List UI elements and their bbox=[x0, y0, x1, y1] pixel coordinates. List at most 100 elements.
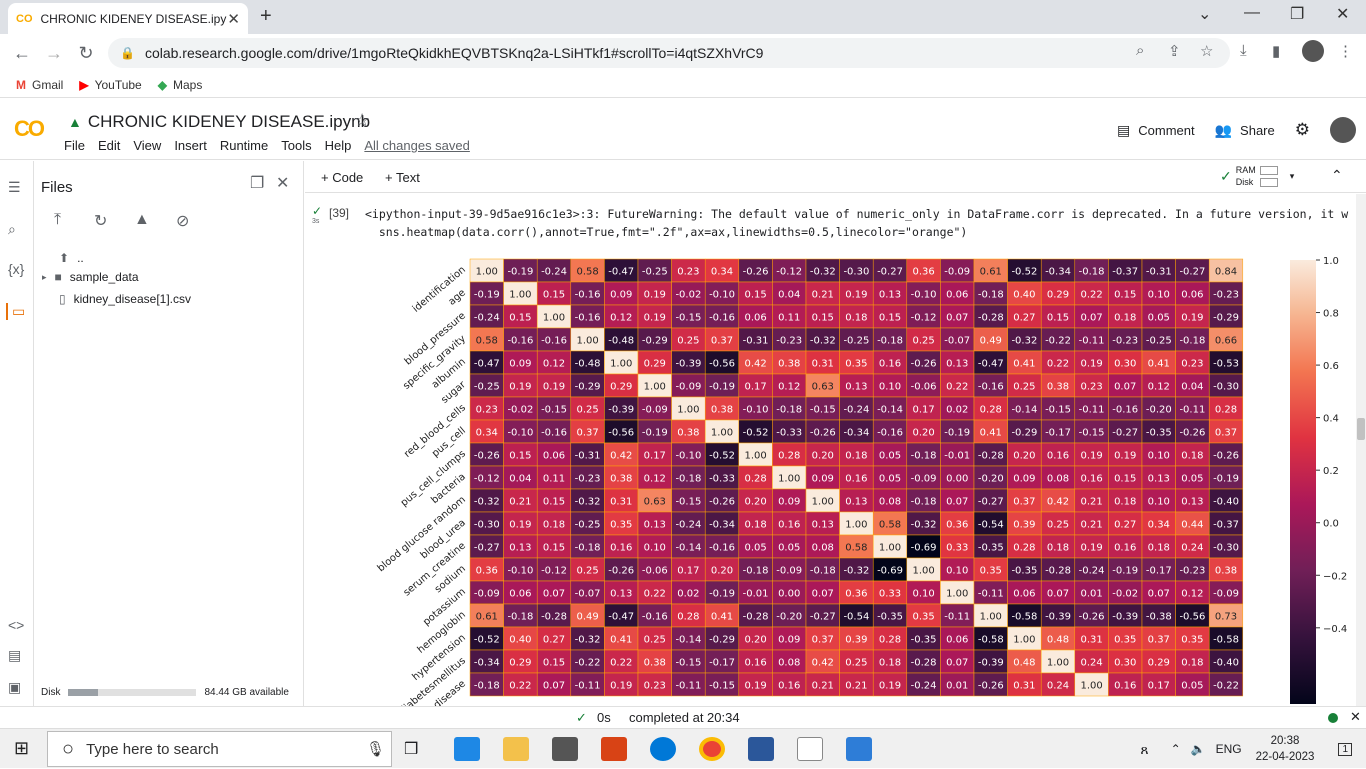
menu-view[interactable]: View bbox=[133, 138, 161, 153]
forward-icon[interactable]: → bbox=[38, 43, 70, 64]
terminal-icon[interactable]: ▣ bbox=[8, 679, 21, 696]
heatmap-value: 0.19 bbox=[1080, 543, 1102, 554]
heatmap-value: 0.61 bbox=[980, 267, 1002, 278]
heatmap-value: 0.22 bbox=[1047, 359, 1069, 370]
heatmap-value: 0.41 bbox=[1148, 359, 1170, 370]
heatmap-value: 0.22 bbox=[1080, 290, 1102, 301]
task-view-icon[interactable]: ❒ bbox=[404, 739, 430, 763]
save-status[interactable]: All changes saved bbox=[364, 138, 470, 153]
edge-browser-icon[interactable] bbox=[650, 737, 676, 761]
heatmap-value: -0.09 bbox=[911, 474, 937, 485]
share-page-icon[interactable]: ⇪ bbox=[1168, 42, 1181, 60]
chrome-browser-icon[interactable] bbox=[699, 737, 725, 761]
resources-indicator[interactable]: ✓ RAM Disk ▾ bbox=[1220, 164, 1294, 188]
close-panel-icon[interactable]: ✕ bbox=[276, 173, 289, 193]
upload-icon[interactable]: ⤒ bbox=[54, 211, 61, 229]
tree-item-parent[interactable]: ⬆ .. bbox=[59, 251, 84, 265]
new-window-icon[interactable]: ❐ bbox=[250, 173, 264, 193]
notification-icon[interactable]: 1 bbox=[1338, 742, 1352, 756]
search-icon[interactable]: ⌕ bbox=[8, 221, 16, 238]
bookmark-star-icon[interactable]: ☆ bbox=[1200, 42, 1213, 60]
file-explorer-icon[interactable] bbox=[503, 737, 529, 761]
menu-help[interactable]: Help bbox=[325, 138, 352, 153]
photos-app-icon[interactable] bbox=[846, 737, 872, 761]
tab-search-icon[interactable]: ⌄ bbox=[1198, 4, 1211, 24]
heatmap-value: -0.18 bbox=[911, 497, 937, 508]
colab-logo[interactable]: CO bbox=[14, 116, 45, 142]
variables-icon[interactable]: {x} bbox=[8, 261, 24, 277]
download-icon[interactable]: ⤓ bbox=[1240, 42, 1247, 59]
heatmap-value: 0.20 bbox=[1013, 451, 1035, 462]
mail-app-icon[interactable] bbox=[454, 737, 480, 761]
colab-avatar[interactable] bbox=[1330, 117, 1356, 143]
side-panel-icon[interactable]: ▮ bbox=[1272, 42, 1280, 60]
document-app-icon[interactable] bbox=[797, 737, 823, 761]
bookmark-youtube[interactable]: ▶ YouTube bbox=[79, 78, 141, 92]
menu-file[interactable]: File bbox=[64, 138, 85, 153]
taskbar-search-input[interactable]: ○ Type here to search 🎙 bbox=[47, 731, 392, 767]
windows-start-icon[interactable]: ⊞ bbox=[14, 738, 29, 759]
command-palette-icon[interactable]: ▤ bbox=[8, 647, 21, 664]
add-text-button[interactable]: + Text bbox=[385, 170, 420, 185]
minimize-icon[interactable]: — bbox=[1244, 4, 1260, 22]
new-tab-icon[interactable]: + bbox=[260, 5, 272, 28]
heatmap-value: -0.11 bbox=[675, 681, 701, 692]
notebook-title[interactable]: ▲ CHRONIC KIDENEY DISEASE.ipynb bbox=[68, 112, 370, 132]
word-app-icon[interactable] bbox=[748, 737, 774, 761]
hide-files-icon[interactable]: ⊘ bbox=[176, 211, 189, 231]
resources-dropdown-icon[interactable]: ▾ bbox=[1290, 171, 1295, 182]
tree-item-csv[interactable]: ▯ kidney_disease[1].csv bbox=[59, 292, 191, 306]
toc-icon[interactable]: ☰ bbox=[8, 179, 21, 196]
taskbar-clock[interactable]: 20:38 22-04-2023 bbox=[1256, 733, 1315, 765]
status-close-icon[interactable]: ✕ bbox=[1350, 709, 1361, 725]
heatmap-value: -0.14 bbox=[675, 635, 701, 646]
code-snippets-icon[interactable]: <> bbox=[8, 617, 24, 633]
bookmark-gmail[interactable]: M Gmail bbox=[16, 78, 63, 92]
scrollbar-thumb[interactable] bbox=[1357, 418, 1365, 440]
heatmap-value: -0.35 bbox=[1011, 566, 1037, 577]
tray-chevron-icon[interactable]: ⌃ bbox=[1171, 742, 1181, 756]
browser-tab[interactable]: CO CHRONIC KIDENEY DISEASE.ipynb ✕ bbox=[8, 3, 248, 34]
share-button[interactable]: 👥 Share bbox=[1215, 122, 1275, 139]
comment-button[interactable]: ▤ Comment bbox=[1117, 122, 1195, 139]
heatmap-value: -0.47 bbox=[978, 359, 1004, 370]
menu-tools[interactable]: Tools bbox=[281, 138, 311, 153]
language-indicator[interactable]: ENG bbox=[1216, 742, 1242, 756]
profile-avatar[interactable] bbox=[1302, 40, 1324, 62]
microphone-icon[interactable]: 🎙 bbox=[366, 740, 385, 758]
heatmap-value: 0.17 bbox=[677, 566, 699, 577]
settings-gear-icon[interactable]: ⚙ bbox=[1295, 120, 1310, 140]
volume-icon[interactable]: 🔈 bbox=[1191, 742, 1206, 756]
add-code-button[interactable]: + Code bbox=[321, 170, 363, 185]
close-window-icon[interactable]: ✕ bbox=[1336, 4, 1349, 24]
restore-icon[interactable]: ❐ bbox=[1290, 4, 1304, 24]
folder-icon[interactable]: ▭ bbox=[6, 303, 25, 320]
heatmap-value: 0.49 bbox=[980, 336, 1002, 347]
store-app-icon[interactable] bbox=[552, 737, 578, 761]
collapse-header-icon[interactable]: ⌃ bbox=[1331, 167, 1343, 184]
browser-menu-icon[interactable]: ⋮ bbox=[1338, 42, 1353, 60]
people-tray-icon[interactable]: ጸ bbox=[1140, 741, 1148, 758]
zoom-icon[interactable]: ⌕ bbox=[1136, 42, 1144, 59]
scrollbar-track[interactable] bbox=[1356, 194, 1366, 706]
heatmap-value: 1.00 bbox=[1013, 635, 1035, 646]
heatmap-value: 0.19 bbox=[644, 313, 666, 324]
refresh-folder-icon[interactable]: ↻ bbox=[94, 211, 107, 231]
star-notebook-icon[interactable]: ☆ bbox=[354, 110, 370, 131]
back-icon[interactable]: ← bbox=[6, 43, 38, 64]
heatmap-value: -0.10 bbox=[709, 290, 735, 301]
bookmark-maps[interactable]: ◆ Maps bbox=[158, 78, 203, 92]
menu-runtime[interactable]: Runtime bbox=[220, 138, 268, 153]
menu-edit[interactable]: Edit bbox=[98, 138, 120, 153]
heatmap-value: -0.23 bbox=[776, 336, 802, 347]
url-input[interactable]: 🔒 colab.research.google.com/drive/1mgoRt… bbox=[108, 38, 1230, 68]
heatmap-value: -0.54 bbox=[843, 612, 869, 623]
heatmap-value: 0.16 bbox=[1080, 474, 1102, 485]
menu-insert[interactable]: Insert bbox=[174, 138, 207, 153]
tree-item-sample-data[interactable]: ▸ ■ sample_data bbox=[42, 270, 139, 284]
reload-icon[interactable]: ↻ bbox=[70, 43, 102, 64]
game-app-icon[interactable] bbox=[601, 737, 627, 761]
mount-drive-icon[interactable]: ▲ bbox=[134, 211, 150, 229]
heatmap-value: 0.25 bbox=[576, 405, 598, 416]
close-tab-icon[interactable]: ✕ bbox=[227, 10, 240, 28]
